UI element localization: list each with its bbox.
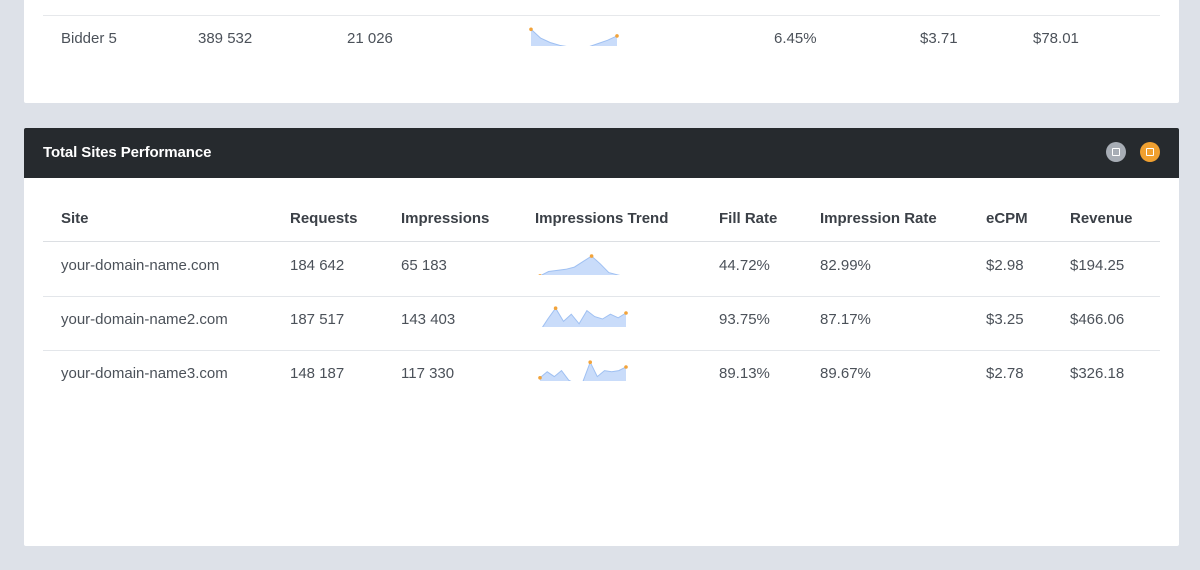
site-revenue: $466.06 (1070, 311, 1125, 328)
sparkline-dot (589, 254, 594, 258)
bidder-fill-rate: 6.45% (774, 30, 817, 47)
site-ecpm: $2.98 (986, 257, 1024, 274)
site-fill-rate: 89.13% (719, 365, 770, 382)
impressions-trend-sparkline (542, 306, 628, 327)
column-header-site[interactable]: Site (61, 210, 89, 227)
sparkline-dot (624, 365, 628, 369)
panel-title: Total Sites Performance (43, 144, 212, 161)
minimize-button[interactable] (1106, 142, 1126, 162)
bidders-panel: Bidder 5 389 532 21 026 6.45% $3.71 $78.… (24, 0, 1179, 103)
site-impression-rate: 89.67% (820, 365, 871, 382)
column-header-impressions-trend[interactable]: Impressions Trend (535, 210, 668, 227)
sparkline-dot (553, 306, 558, 310)
site-fill-rate: 44.72% (719, 257, 770, 274)
site-impressions: 65 183 (401, 257, 447, 274)
sparkline-dot (624, 311, 628, 315)
impressions-trend-sparkline (538, 254, 621, 275)
row-divider (43, 296, 1160, 297)
maximize-button[interactable] (1140, 142, 1160, 162)
column-header-ecpm[interactable]: eCPM (986, 210, 1028, 227)
sparkline-dot (538, 376, 542, 380)
site-name: your-domain-name2.com (61, 311, 228, 328)
table-row[interactable]: your-domain-name3.com 148 187 117 330 89… (24, 360, 1179, 419)
site-requests: 148 187 (290, 365, 345, 382)
site-impression-rate: 87.17% (820, 311, 871, 328)
bidder-name: Bidder 5 (61, 30, 117, 47)
table-row[interactable]: your-domain-name.com 184 642 65 183 44.7… (24, 254, 1179, 311)
site-requests: 184 642 (290, 257, 345, 274)
total-sites-performance-panel: Total Sites Performance Site Requests Im… (24, 128, 1179, 546)
sparkline-dot (588, 360, 592, 364)
site-revenue: $326.18 (1070, 365, 1125, 382)
site-name: your-domain-name.com (61, 257, 220, 274)
bidder-requests: 389 532 (198, 30, 253, 47)
sparkline-dot (538, 274, 542, 275)
bidder-impressions: 21 026 (347, 30, 393, 47)
site-fill-rate: 93.75% (719, 311, 770, 328)
column-header-requests[interactable]: Requests (290, 210, 358, 227)
site-impressions: 117 330 (401, 365, 455, 382)
sparkline-area (531, 29, 617, 46)
row-divider (43, 15, 1160, 16)
site-requests: 187 517 (290, 311, 345, 328)
sparkline-area (541, 256, 619, 275)
panel-header: Total Sites Performance (24, 128, 1179, 178)
bidder-revenue: $78.01 (1033, 30, 1079, 47)
site-ecpm: $2.78 (986, 365, 1024, 382)
site-ecpm: $3.25 (986, 311, 1024, 328)
bidder-ecpm: $3.71 (920, 30, 958, 47)
sparkline-dot (529, 27, 533, 32)
site-name: your-domain-name3.com (61, 365, 228, 382)
site-impressions: 143 403 (401, 311, 456, 328)
column-header-fill-rate[interactable]: Fill Rate (719, 210, 777, 227)
column-header-impressions[interactable]: Impressions (401, 210, 489, 227)
impressions-trend-sparkline (538, 360, 628, 381)
header-divider (43, 241, 1160, 242)
impressions-trend-sparkline (529, 27, 619, 46)
column-header-impression-rate[interactable]: Impression Rate (820, 210, 937, 227)
column-header-revenue[interactable]: Revenue (1070, 210, 1133, 227)
maximize-icon (1146, 148, 1154, 156)
minimize-icon (1112, 148, 1120, 156)
site-revenue: $194.25 (1070, 257, 1125, 274)
table-row[interactable]: your-domain-name2.com 187 517 143 403 93… (24, 306, 1179, 365)
site-impression-rate: 82.99% (820, 257, 871, 274)
sparkline-dot (615, 34, 619, 38)
row-divider (43, 350, 1160, 351)
